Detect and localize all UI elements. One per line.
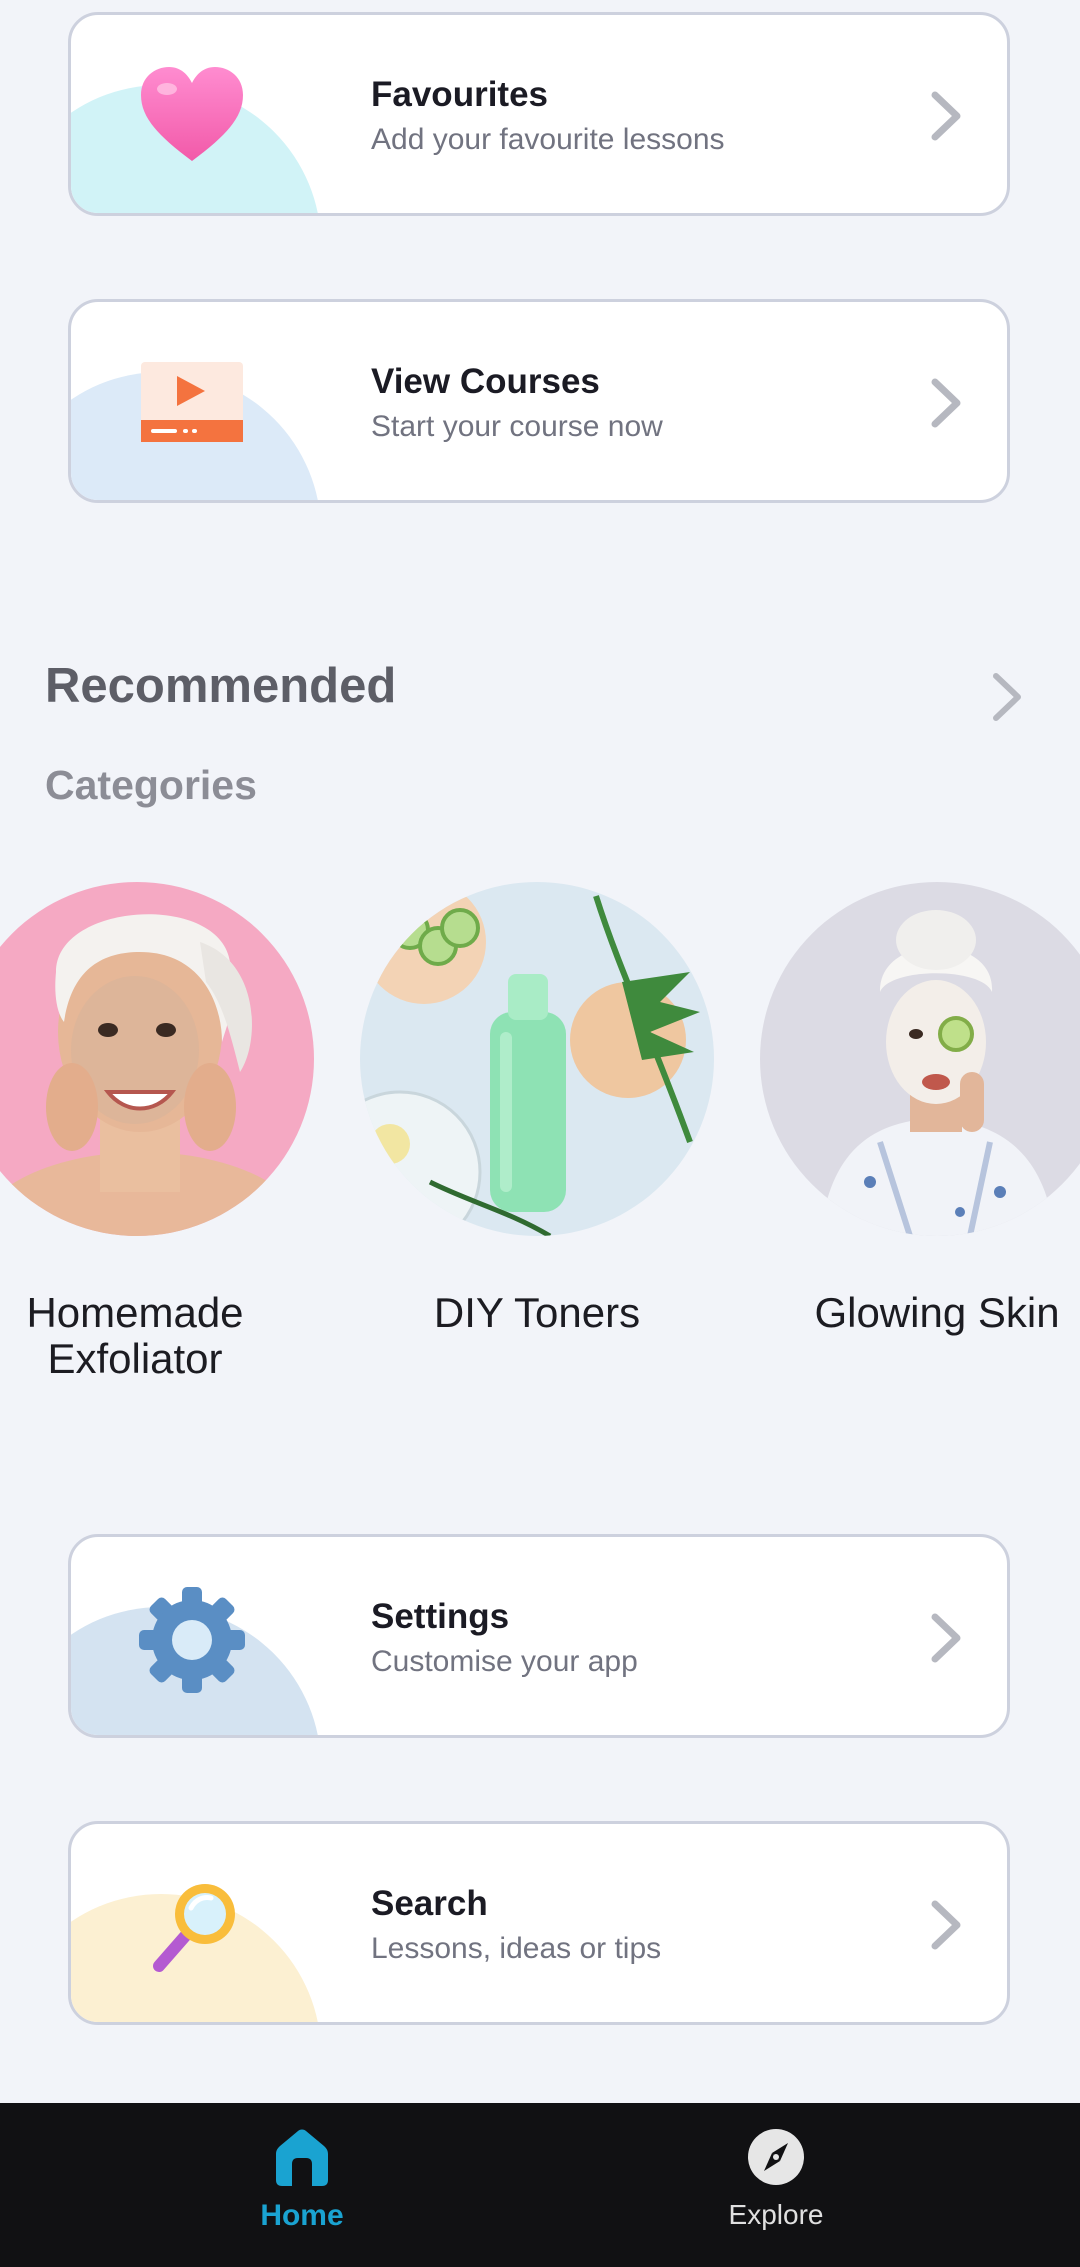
nav-explore-label: Explore bbox=[728, 2199, 824, 2230]
chevron-right-icon bbox=[931, 378, 961, 428]
view-courses-card[interactable]: View Courses Start your course now bbox=[68, 299, 1010, 503]
card-subtitle: Add your favourite lessons bbox=[371, 123, 725, 156]
card-subtitle: Customise your app bbox=[371, 1645, 638, 1678]
card-title: Favourites bbox=[371, 75, 548, 114]
video-player-icon bbox=[141, 362, 243, 442]
category-glowing-skin-image[interactable] bbox=[760, 882, 1080, 1236]
card-title: View Courses bbox=[371, 362, 600, 401]
recommended-heading: Recommended bbox=[45, 659, 397, 713]
card-subtitle: Lessons, ideas or tips bbox=[371, 1932, 662, 1965]
category-homemade-exfoliator-image[interactable] bbox=[0, 882, 314, 1236]
category-label[interactable]: Glowing Skin bbox=[792, 1290, 1080, 1336]
categories-heading: Categories bbox=[45, 762, 257, 808]
chevron-right-icon bbox=[931, 1613, 961, 1663]
card-title: Settings bbox=[371, 1597, 510, 1636]
category-diy-toners-image[interactable] bbox=[360, 882, 714, 1236]
chevron-right-icon bbox=[931, 91, 961, 141]
chevron-right-icon bbox=[931, 1900, 961, 1950]
settings-card[interactable]: Settings Customise your app bbox=[68, 1534, 1010, 1738]
home-icon bbox=[276, 2129, 328, 2186]
card-title: Search bbox=[371, 1884, 488, 1923]
bottom-navigation: Home Explore bbox=[0, 2103, 1080, 2267]
category-label[interactable]: Homemade Exfoliator bbox=[0, 1290, 280, 1382]
magnifier-icon bbox=[153, 1884, 235, 1972]
nav-home-label: Home bbox=[260, 2199, 344, 2232]
recommended-chevron-icon[interactable] bbox=[990, 672, 1024, 722]
nav-explore[interactable]: Explore bbox=[646, 2103, 906, 2267]
compass-icon bbox=[748, 2129, 804, 2185]
search-card[interactable]: Search Lessons, ideas or tips bbox=[68, 1821, 1010, 2025]
favourites-card[interactable]: Favourites Add your favourite lessons bbox=[68, 12, 1010, 216]
heart-icon bbox=[141, 67, 243, 161]
card-subtitle: Start your course now bbox=[371, 410, 663, 443]
nav-home[interactable]: Home bbox=[172, 2103, 432, 2267]
category-label[interactable]: DIY Toners bbox=[392, 1290, 682, 1336]
gear-icon bbox=[139, 1587, 245, 1693]
